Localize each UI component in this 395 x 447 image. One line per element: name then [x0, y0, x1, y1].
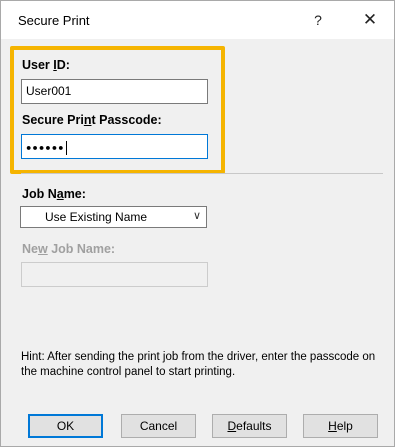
- job-name-dropdown[interactable]: Use Existing Name ∨: [20, 206, 207, 228]
- dialog-title: Secure Print: [18, 13, 90, 28]
- secure-print-dialog: Secure Print ? ✕ User ID: User001 Secure…: [0, 0, 395, 447]
- new-job-name-field: [21, 262, 208, 287]
- defaults-button[interactable]: Defaults: [212, 414, 287, 438]
- cancel-button[interactable]: Cancel: [121, 414, 196, 438]
- hint-text: Hint: After sending the print job from t…: [21, 351, 376, 378]
- user-id-field[interactable]: User001: [21, 79, 208, 104]
- new-job-name-label: New Job Name:: [22, 242, 116, 256]
- passcode-label: Secure Print Passcode:: [22, 113, 162, 127]
- close-icon[interactable]: ✕: [355, 7, 385, 33]
- title-bar: Secure Print ? ✕: [1, 1, 394, 39]
- help-button[interactable]: Help: [303, 414, 378, 438]
- job-name-label: Job Name:: [22, 187, 86, 201]
- section-divider: [21, 173, 383, 174]
- ok-button[interactable]: OK: [28, 414, 103, 438]
- passcode-field[interactable]: ●●●●●●: [21, 134, 208, 159]
- user-id-label: User ID:: [22, 58, 70, 72]
- help-title-button[interactable]: ?: [303, 7, 333, 33]
- chevron-down-icon: ∨: [192, 210, 201, 222]
- job-name-selected: Use Existing Name: [45, 210, 148, 224]
- text-caret: [65, 141, 67, 155]
